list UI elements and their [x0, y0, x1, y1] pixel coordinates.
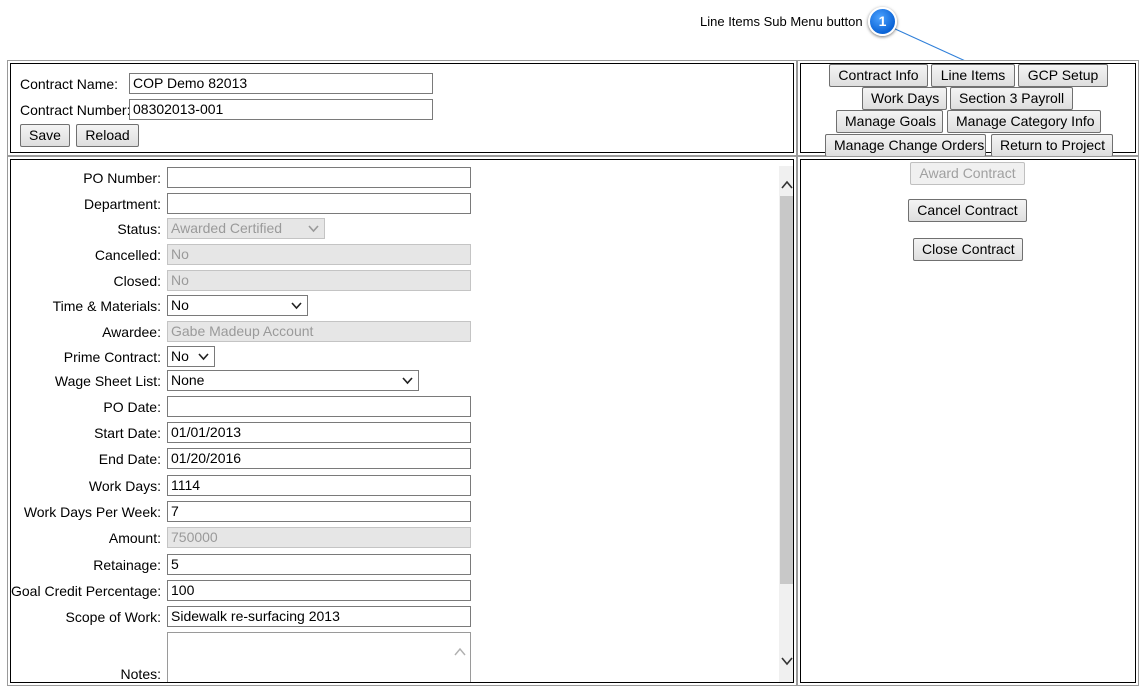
callout-text: Line Items Sub Menu button — [700, 14, 863, 29]
end-date-label: End Date: — [98, 451, 161, 467]
form-scrollbar[interactable] — [779, 166, 793, 682]
cancel-contract-button[interactable]: Cancel Contract — [908, 199, 1027, 222]
contract-header-panel: Contract Name: COP Demo 82013 Contract N… — [7, 60, 797, 156]
start-date-label: Start Date: — [94, 425, 161, 441]
manage-category-info-button[interactable]: Manage Category Info — [947, 110, 1101, 133]
goal-credit-percentage-label: Goal Credit Percentage: — [11, 583, 162, 599]
awardee-input: Gabe Madeup Account — [167, 321, 471, 342]
submenu-inner: Contract Info Line Items GCP Setup Work … — [800, 63, 1136, 157]
department-input[interactable] — [167, 193, 471, 214]
po-number-input[interactable] — [167, 167, 471, 188]
scroll-down-icon[interactable] — [781, 656, 793, 666]
work-days-input[interactable]: 1114 — [167, 475, 471, 496]
work-days-label: Work Days: — [88, 478, 161, 494]
callout-badge: 1 — [868, 7, 897, 36]
contract-number-input[interactable]: 08302013-001 — [129, 99, 433, 120]
contract-info-button[interactable]: Contract Info — [829, 64, 928, 87]
closed-input: No — [167, 270, 471, 291]
work-days-per-week-label: Work Days Per Week: — [23, 504, 161, 520]
po-date-input[interactable] — [167, 396, 471, 417]
contract-name-label: Contract Name: — [20, 76, 119, 92]
chevron-down-icon — [308, 225, 319, 233]
close-contract-button[interactable]: Close Contract — [913, 238, 1023, 261]
start-date-input[interactable]: 01/01/2013 — [167, 422, 471, 443]
prime-contract-label: Prime Contract: — [63, 349, 161, 365]
award-contract-button: Award Contract — [910, 162, 1025, 185]
chevron-down-icon — [402, 377, 413, 385]
retainage-input[interactable]: 5 — [167, 554, 471, 575]
contract-number-label: Contract Number: — [20, 102, 131, 118]
chevron-up-icon — [454, 647, 466, 656]
manage-change-orders-button[interactable]: Manage Change Orders — [825, 134, 986, 157]
po-number-label: PO Number: — [83, 170, 161, 186]
reload-button[interactable]: Reload — [76, 124, 139, 147]
contract-actions-inner: Award Contract Cancel Contract Close Con… — [800, 159, 1136, 683]
manage-goals-button[interactable]: Manage Goals — [836, 110, 943, 133]
scrollbar-thumb[interactable] — [780, 196, 793, 584]
submenu-panel: Contract Info Line Items GCP Setup Work … — [797, 60, 1139, 157]
status-label: Status: — [117, 221, 161, 237]
notes-textarea[interactable] — [167, 632, 471, 682]
time-materials-value: No — [171, 297, 189, 313]
end-date-input[interactable]: 01/20/2016 — [167, 448, 471, 469]
work-days-button[interactable]: Work Days — [862, 87, 947, 110]
contract-name-input[interactable]: COP Demo 82013 — [129, 73, 433, 94]
goal-credit-percentage-input[interactable]: 100 — [167, 580, 471, 601]
contract-form-inner: PO Number: Department: Status: Awarded C… — [10, 159, 794, 683]
retainage-label: Retainage: — [93, 557, 161, 573]
status-value: Awarded Certified — [171, 220, 283, 236]
chevron-down-icon — [291, 302, 302, 310]
cancelled-input: No — [167, 244, 471, 265]
section-3-payroll-button[interactable]: Section 3 Payroll — [950, 87, 1073, 110]
prime-contract-value: No — [171, 348, 189, 364]
chevron-down-icon — [198, 353, 209, 361]
status-select: Awarded Certified — [167, 218, 325, 239]
work-days-per-week-input[interactable]: 7 — [167, 501, 471, 522]
return-to-project-button[interactable]: Return to Project — [991, 134, 1113, 157]
amount-label: Amount: — [108, 530, 161, 546]
scroll-up-icon[interactable] — [781, 180, 793, 190]
wage-sheet-list-label: Wage Sheet List: — [54, 373, 161, 389]
wage-sheet-list-value: None — [171, 372, 205, 388]
closed-label: Closed: — [113, 273, 161, 289]
time-materials-select[interactable]: No — [167, 295, 308, 316]
scope-of-work-label: Scope of Work: — [65, 609, 161, 625]
contract-form-panel: PO Number: Department: Status: Awarded C… — [7, 156, 797, 686]
save-button[interactable]: Save — [20, 124, 70, 147]
department-label: Department: — [83, 196, 161, 212]
po-date-label: PO Date: — [103, 399, 161, 415]
time-materials-label: Time & Materials: — [52, 298, 161, 314]
wage-sheet-list-select[interactable]: None — [167, 370, 419, 391]
scope-of-work-input[interactable]: Sidewalk re-surfacing 2013 — [167, 606, 471, 627]
prime-contract-select[interactable]: No — [167, 346, 215, 367]
line-items-button[interactable]: Line Items — [931, 64, 1015, 87]
awardee-label: Awardee: — [102, 324, 161, 340]
contract-actions-panel: Award Contract Cancel Contract Close Con… — [797, 156, 1139, 686]
cancelled-label: Cancelled: — [94, 247, 161, 263]
contract-header-inner: Contract Name: COP Demo 82013 Contract N… — [10, 63, 794, 153]
amount-input: 750000 — [167, 527, 471, 548]
notes-label: Notes: — [120, 666, 161, 682]
gcp-setup-button[interactable]: GCP Setup — [1018, 64, 1108, 87]
